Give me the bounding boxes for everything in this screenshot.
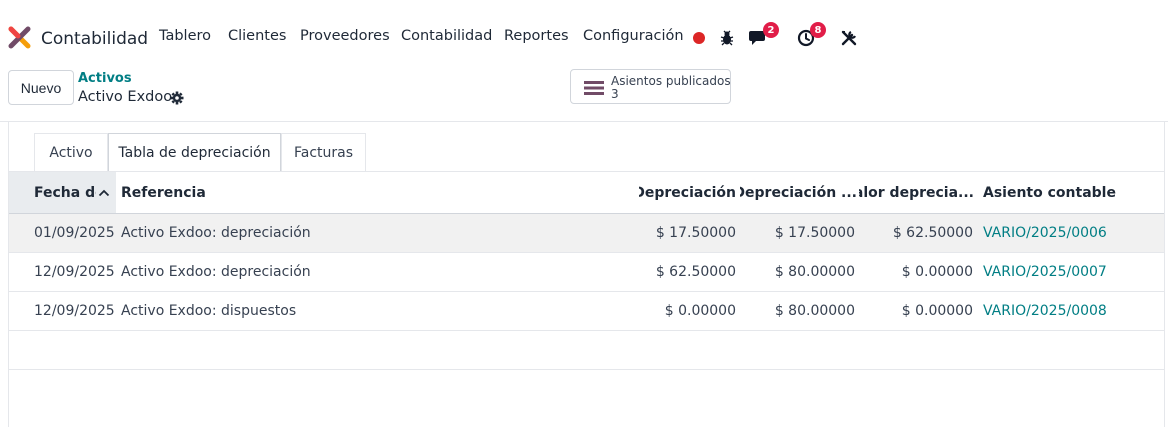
cell-date: 01/09/2025 <box>34 225 115 241</box>
column-header-date[interactable]: Fecha de <box>9 172 116 213</box>
control-panel-divider <box>0 121 1168 122</box>
debug-menu[interactable] <box>715 26 739 50</box>
status-dot-icon <box>693 32 705 44</box>
cell-journal-entry-link[interactable]: VARIO/2025/0008 <box>983 292 1107 330</box>
cell-journal-entry-link[interactable]: VARIO/2025/0007 <box>983 253 1107 291</box>
list-bars-icon <box>584 81 604 95</box>
cell-journal-entry-link[interactable]: VARIO/2025/0006 <box>983 214 1107 252</box>
activities-count-badge: 8 <box>810 22 826 38</box>
app-name: Contabilidad <box>41 29 149 49</box>
tab-tabla-depreciacion[interactable]: Tabla de depreciación <box>108 133 281 172</box>
table-empty-row <box>9 331 1164 370</box>
cell-cumulative-depreciation: $ 80.00000 <box>774 303 855 319</box>
cell-reference: Activo Exdoo: depreciación <box>121 225 311 241</box>
cell-date: 12/09/2025 <box>34 303 115 319</box>
cell-depreciation: $ 62.50000 <box>655 264 736 280</box>
column-header-remaining-value[interactable]: Valor deprecia... <box>859 172 974 213</box>
top-navbar: Contabilidad Tablero Clientes Proveedore… <box>0 0 1168 72</box>
cell-cumulative-depreciation: $ 17.50000 <box>774 225 855 241</box>
menu-item-tablero[interactable]: Tablero <box>159 28 211 44</box>
messages-menu[interactable]: 2 <box>747 22 779 50</box>
cell-reference: Activo Exdoo: depreciación <box>121 264 311 280</box>
table-row[interactable]: 12/09/2025 Activo Exdoo: dispuestos $ 0.… <box>9 292 1164 331</box>
column-header-reference[interactable]: Referencia <box>121 172 421 213</box>
cell-date: 12/09/2025 <box>34 264 115 280</box>
smart-button-label: Asientos publicados <box>611 74 731 88</box>
tools-icon <box>841 30 857 46</box>
tools-menu[interactable] <box>837 26 861 50</box>
messages-count-badge: 2 <box>763 22 779 38</box>
menu-item-configuracion[interactable]: Configuración <box>583 28 684 44</box>
activities-menu[interactable]: 8 <box>794 22 826 50</box>
column-header-journal-entry[interactable]: Asiento contable <box>983 172 1133 213</box>
gear-icon[interactable] <box>169 90 185 106</box>
smart-button-value: 3 <box>611 87 619 101</box>
menu-item-reportes[interactable]: Reportes <box>504 28 569 44</box>
breadcrumb-parent[interactable]: Activos <box>78 71 132 86</box>
column-header-depreciation[interactable]: Depreciación <box>639 172 736 213</box>
table-row[interactable]: 01/09/2025 Activo Exdoo: depreciación $ … <box>9 214 1164 253</box>
table-header: Fecha de Referencia Depreciación Depreci… <box>9 172 1164 214</box>
cell-remaining-value: $ 62.50000 <box>892 225 973 241</box>
posted-entries-smart-button[interactable]: Asientos publicados 3 <box>570 69 731 104</box>
app-logo-icon <box>8 26 31 49</box>
menu-item-proveedores[interactable]: Proveedores <box>300 28 390 44</box>
column-header-date-label: Fecha de <box>34 184 96 201</box>
menu-item-contabilidad[interactable]: Contabilidad <box>401 28 492 44</box>
sheet-right-border <box>1164 122 1165 427</box>
cell-remaining-value: $ 0.00000 <box>901 303 973 319</box>
cell-remaining-value: $ 0.00000 <box>901 264 973 280</box>
cell-depreciation: $ 17.50000 <box>655 225 736 241</box>
breadcrumb-current: Activo Exdoo <box>78 89 173 105</box>
app-brand[interactable]: Contabilidad <box>8 26 148 50</box>
menu-item-clientes[interactable]: Clientes <box>228 28 286 44</box>
status-indicator[interactable] <box>687 26 711 50</box>
new-button[interactable]: Nuevo <box>8 70 74 105</box>
column-header-cumulative-depreciation[interactable]: Depreciación ... <box>740 172 857 213</box>
cell-depreciation: $ 0.00000 <box>664 303 736 319</box>
table-row[interactable]: 12/09/2025 Activo Exdoo: depreciación $ … <box>9 253 1164 292</box>
cell-reference: Activo Exdoo: dispuestos <box>121 303 297 319</box>
bug-icon <box>720 30 734 46</box>
cell-cumulative-depreciation: $ 80.00000 <box>774 264 855 280</box>
tab-activo[interactable]: Activo <box>34 133 108 172</box>
sort-ascending-icon <box>98 189 110 196</box>
tab-facturas[interactable]: Facturas <box>281 133 366 172</box>
